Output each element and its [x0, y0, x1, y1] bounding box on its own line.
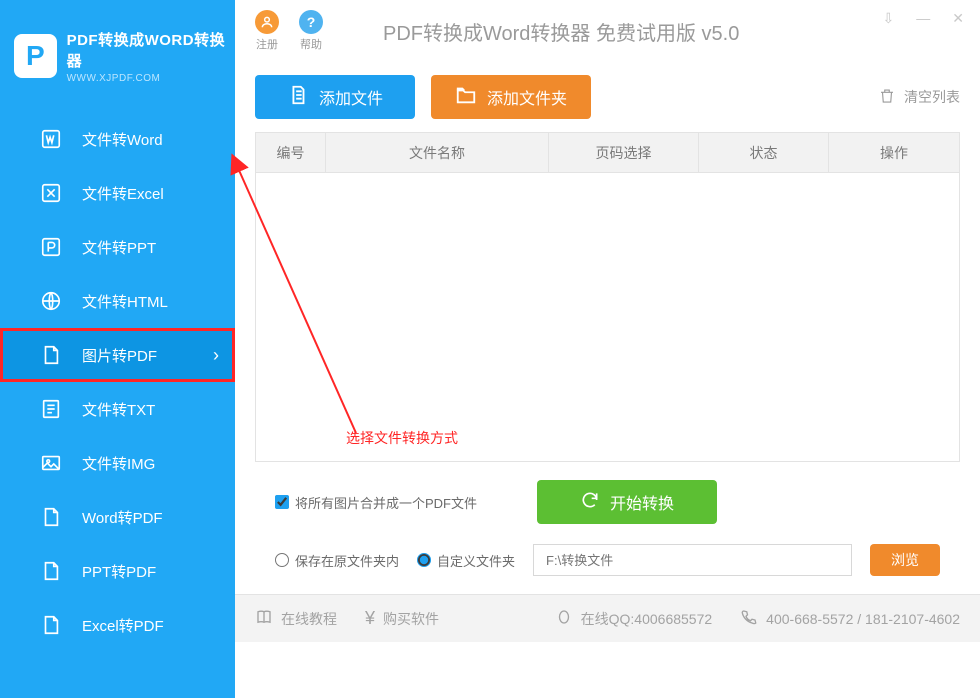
- footer-qq[interactable]: 在线QQ:4006685572: [555, 608, 713, 629]
- sidebar-item-word[interactable]: 文件转Word: [0, 112, 235, 166]
- footer-buy-label: 购买软件: [383, 609, 439, 629]
- footer-tutorial-label: 在线教程: [281, 609, 337, 629]
- txt-icon: [40, 398, 62, 420]
- app-title: PDF转换成Word转换器 免费试用版 v5.0: [383, 17, 739, 46]
- radio-same-label: 保存在原文件夹内: [295, 551, 399, 570]
- sidebar-item-img[interactable]: 文件转IMG: [0, 436, 235, 490]
- sidebar-item-label: 文件转HTML: [82, 291, 168, 312]
- options-row: 将所有图片合并成一个PDF文件 开始转换: [235, 462, 980, 534]
- add-file-label: 添加文件: [319, 85, 383, 109]
- chevron-right-icon: ›: [213, 345, 219, 366]
- footer-tutorial[interactable]: 在线教程: [255, 608, 337, 629]
- th-num: 编号: [256, 133, 326, 172]
- qq-icon: [555, 608, 573, 629]
- main-panel: 注册 ? 帮助 PDF转换成Word转换器 免费试用版 v5.0 ⇩ — ✕ 添…: [235, 0, 980, 698]
- sidebar-item-html[interactable]: 文件转HTML: [0, 274, 235, 328]
- save-row: 保存在原文件夹内 自定义文件夹 浏览: [235, 534, 980, 594]
- question-icon: ?: [299, 10, 323, 34]
- radio-same-input[interactable]: [275, 553, 289, 567]
- excel-icon: [40, 182, 62, 204]
- pin-button[interactable]: ⇩: [883, 10, 895, 27]
- trash-icon: [878, 87, 896, 108]
- table-header: 编号 文件名称 页码选择 状态 操作: [256, 133, 959, 173]
- sidebar-item-label: Excel转PDF: [82, 615, 164, 636]
- sidebar-item-txt[interactable]: 文件转TXT: [0, 382, 235, 436]
- sidebar-item-label: 文件转TXT: [82, 399, 155, 420]
- start-convert-label: 开始转换: [610, 490, 674, 514]
- merge-label: 将所有图片合并成一个PDF文件: [295, 493, 477, 512]
- sidebar: P PDF转换成WORD转换器 WWW.XJPDF.COM 文件转Word 文件…: [0, 0, 235, 698]
- add-folder-label: 添加文件夹: [487, 85, 567, 109]
- th-name: 文件名称: [326, 133, 549, 172]
- pdf-icon: [40, 344, 62, 366]
- nav-list: 文件转Word 文件转Excel 文件转PPT 文件转HTML 图片转PDF ›: [0, 112, 235, 652]
- path-input[interactable]: [533, 544, 852, 576]
- logo-subtitle: WWW.XJPDF.COM: [67, 73, 235, 84]
- sidebar-item-label: 文件转IMG: [82, 453, 155, 474]
- user-icon: [255, 10, 279, 34]
- add-folder-button[interactable]: 添加文件夹: [431, 75, 591, 119]
- clear-list-button[interactable]: 清空列表: [878, 87, 960, 108]
- sidebar-item-label: PPT转PDF: [82, 561, 156, 582]
- sidebar-item-ppt[interactable]: 文件转PPT: [0, 220, 235, 274]
- sidebar-item-img-to-pdf[interactable]: 图片转PDF ›: [0, 328, 235, 382]
- sidebar-item-label: Word转PDF: [82, 507, 163, 528]
- merge-checkbox[interactable]: 将所有图片合并成一个PDF文件: [275, 493, 477, 512]
- sidebar-item-label: 文件转Excel: [82, 183, 164, 204]
- phone-icon: [740, 608, 758, 629]
- ppt-icon: [40, 236, 62, 258]
- sidebar-item-label: 文件转PPT: [82, 237, 156, 258]
- logo-title: PDF转换成WORD转换器: [67, 29, 235, 71]
- image-icon: [40, 452, 62, 474]
- logo-icon: P: [14, 34, 57, 78]
- footer-phone[interactable]: 400-668-5572 / 181-2107-4602: [740, 608, 960, 629]
- pdf-icon: [40, 560, 62, 582]
- start-convert-button[interactable]: 开始转换: [537, 480, 717, 524]
- help-label: 帮助: [300, 36, 322, 52]
- refresh-icon: [580, 490, 600, 515]
- clear-list-label: 清空列表: [904, 87, 960, 107]
- book-icon: [255, 608, 273, 629]
- register-label: 注册: [256, 36, 278, 52]
- word-icon: [40, 128, 62, 150]
- titlebar: 注册 ? 帮助 PDF转换成Word转换器 免费试用版 v5.0 ⇩ — ✕: [235, 0, 980, 62]
- footer-buy[interactable]: ¥ 购买软件: [365, 608, 439, 629]
- html-icon: [40, 290, 62, 312]
- annotation-text: 选择文件转换方式: [346, 428, 458, 448]
- annotation-arrow: [236, 163, 396, 453]
- th-action: 操作: [829, 133, 959, 172]
- footer-phone-label: 400-668-5572 / 181-2107-4602: [766, 611, 960, 627]
- merge-checkbox-input[interactable]: [275, 495, 289, 509]
- sidebar-item-ppt-to-pdf[interactable]: PPT转PDF: [0, 544, 235, 598]
- sidebar-item-excel[interactable]: 文件转Excel: [0, 166, 235, 220]
- sidebar-item-label: 图片转PDF: [82, 345, 157, 366]
- help-button[interactable]: ? 帮助: [299, 10, 323, 52]
- minimize-button[interactable]: —: [916, 10, 930, 27]
- sidebar-item-label: 文件转Word: [82, 129, 163, 150]
- pdf-icon: [40, 614, 62, 636]
- close-button[interactable]: ✕: [952, 10, 964, 27]
- radio-custom-label: 自定义文件夹: [437, 551, 515, 570]
- register-button[interactable]: 注册: [255, 10, 279, 52]
- file-table: 编号 文件名称 页码选择 状态 操作 选择文件转换方式: [255, 132, 960, 462]
- radio-custom-input[interactable]: [417, 553, 431, 567]
- yen-icon: ¥: [365, 608, 375, 629]
- sidebar-item-word-to-pdf[interactable]: Word转PDF: [0, 490, 235, 544]
- radio-same-folder[interactable]: 保存在原文件夹内: [275, 551, 399, 570]
- add-file-button[interactable]: 添加文件: [255, 75, 415, 119]
- th-pages: 页码选择: [549, 133, 699, 172]
- toolbar: 添加文件 添加文件夹 清空列表: [235, 62, 980, 132]
- sidebar-item-excel-to-pdf[interactable]: Excel转PDF: [0, 598, 235, 652]
- browse-button[interactable]: 浏览: [870, 544, 940, 576]
- folder-icon: [455, 84, 477, 111]
- file-icon: [287, 84, 309, 111]
- radio-custom-folder[interactable]: 自定义文件夹: [417, 551, 515, 570]
- footer-qq-label: 在线QQ:4006685572: [581, 609, 713, 629]
- th-status: 状态: [699, 133, 829, 172]
- browse-label: 浏览: [891, 550, 919, 570]
- pdf-icon: [40, 506, 62, 528]
- footer: 在线教程 ¥ 购买软件 在线QQ:4006685572 400-668-5572…: [235, 594, 980, 642]
- logo-area: P PDF转换成WORD转换器 WWW.XJPDF.COM: [0, 0, 235, 112]
- table-body[interactable]: 选择文件转换方式: [256, 173, 959, 461]
